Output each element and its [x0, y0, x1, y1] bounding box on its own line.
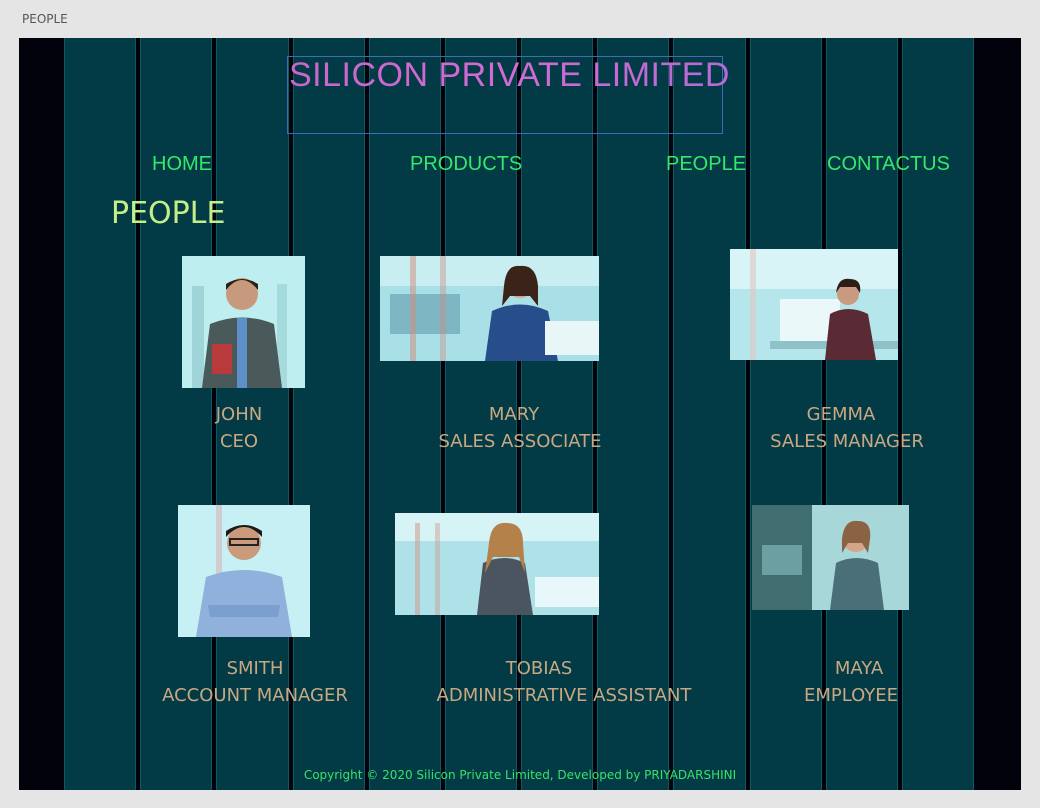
page-canvas: SILICON PRIVATE LIMITED HOME PRODUCTS PE… [19, 38, 1021, 790]
nav-products-link[interactable]: PRODUCTS [410, 153, 522, 176]
person-card-mary: MARY SALES ASSOCIATE [419, 401, 609, 455]
person-role: CEO [219, 431, 259, 452]
person-role: SALES MANAGER [770, 431, 924, 452]
brand-title: SILICON PRIVATE LIMITED [289, 56, 730, 94]
person-role: ADMINISTRATIVE ASSISTANT [436, 685, 692, 706]
person-card-gemma: GEMMA SALES MANAGER [759, 401, 935, 455]
person-card-smith: SMITH ACCOUNT MANAGER [157, 655, 353, 709]
window-title: PEOPLE [22, 12, 68, 26]
person-name: GEMMA [806, 404, 876, 425]
nav-contactus-link[interactable]: CONTACTUS [827, 153, 950, 176]
person-photo-tobias [395, 513, 599, 615]
person-role: SALES ASSOCIATE [438, 431, 602, 452]
person-photo-smith [178, 505, 310, 637]
person-photo-mary [380, 256, 599, 361]
person-name: MAYA [834, 658, 884, 679]
person-name: MARY [488, 404, 540, 425]
person-role: ACCOUNT MANAGER [162, 685, 348, 706]
page-title: PEOPLE [111, 196, 226, 231]
nav-home-link[interactable]: HOME [152, 153, 212, 176]
person-card-maya: MAYA EMPLOYEE [789, 655, 913, 709]
person-card-john: JOHN CEO [169, 401, 309, 455]
footer-copyright: Copyright © 2020 Silicon Private Limited… [303, 768, 737, 782]
person-card-tobias: TOBIAS ADMINISTRATIVE ASSISTANT [429, 655, 699, 709]
person-photo-john [182, 256, 305, 388]
person-role: EMPLOYEE [803, 685, 899, 706]
person-name: SMITH [226, 658, 284, 679]
person-photo-gemma [730, 249, 898, 360]
person-name: JOHN [215, 404, 263, 425]
nav-people-link[interactable]: PEOPLE [666, 153, 746, 176]
person-photo-maya [752, 505, 909, 610]
person-name: TOBIAS [505, 658, 573, 679]
